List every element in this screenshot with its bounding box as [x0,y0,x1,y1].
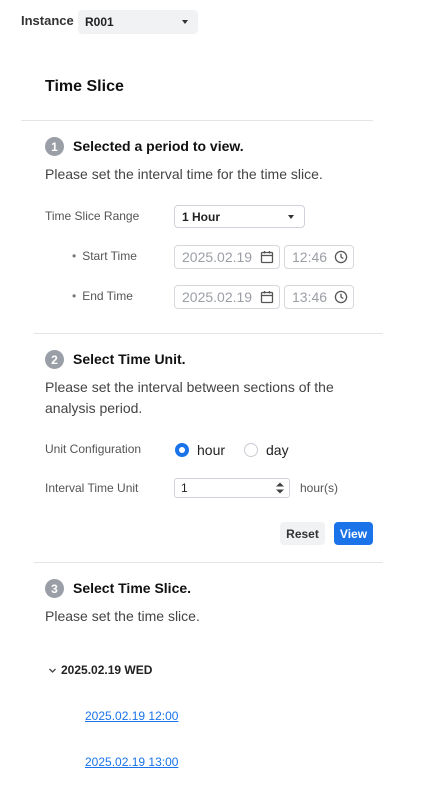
step-3-description: Please set the time slice. [45,608,200,624]
unit-option-day[interactable]: day [244,442,289,458]
time-slice-link[interactable]: 2025.02.19 12:00 [85,709,178,723]
unit-option-hour[interactable]: hour [175,442,225,458]
unit-configuration-label: Unit Configuration [45,442,142,456]
step-1-badge: 1 [45,137,64,156]
start-date-value: 2025.02.19 [182,249,253,265]
radio-day[interactable] [244,443,258,457]
panel-title: Time Slice [45,78,124,95]
step-3-title: Select Time Slice. [73,580,192,596]
date-group-toggle[interactable]: 2025.02.19 WED [48,663,152,677]
radio-hour-label: hour [197,442,226,458]
step-3-badge: 3 [45,579,64,598]
step-1-description: Please set the interval time for the tim… [45,166,323,182]
start-date-input[interactable]: 2025.02.19 [174,245,280,269]
time-slice-range-label: Time Slice Range [45,209,140,223]
calendar-icon [260,251,274,264]
interval-time-unit-label: Interval Time Unit [45,481,139,495]
step-2-badge: 2 [45,350,64,369]
step-2-title: Select Time Unit. [73,351,186,367]
chevron-down-icon [182,20,188,24]
clock-icon [334,250,348,264]
interval-time-unit-input[interactable]: 1 [174,478,290,498]
reset-button[interactable]: Reset [280,522,325,545]
radio-hour[interactable] [175,443,189,457]
radio-day-label: day [266,442,289,458]
time-slice-range-select[interactable]: 1 Hour [174,205,305,228]
start-time-input[interactable]: 12:46 [284,245,354,269]
view-button[interactable]: View [334,522,373,545]
interval-unit-suffix: hour(s) [300,481,339,495]
end-time-input[interactable]: 13:46 [284,285,354,309]
step-1-title: Selected a period to view. [73,138,244,154]
start-time-value: 12:46 [292,249,328,265]
divider [34,562,383,563]
time-slice-link[interactable]: 2025.02.19 13:00 [85,755,178,769]
instance-label: Instance [21,13,74,28]
date-group-label: 2025.02.19 WED [61,663,153,677]
start-time-label: Start Time [72,249,137,263]
chevron-down-icon [288,214,294,219]
end-date-input[interactable]: 2025.02.19 [174,285,280,309]
end-time-label: End Time [72,289,133,303]
instance-select[interactable]: R001 [78,10,198,34]
step-2-description: Please set the interval between sections… [45,379,334,416]
divider [34,333,383,334]
instance-select-value: R001 [85,15,114,29]
spinner-arrows-icon[interactable] [275,481,285,495]
clock-icon [334,290,348,304]
interval-time-unit-value: 1 [181,481,188,495]
calendar-icon [260,291,274,304]
end-time-value: 13:46 [292,289,328,305]
end-date-value: 2025.02.19 [182,289,253,305]
divider [21,120,373,121]
time-slice-range-value: 1 Hour [182,209,221,224]
chevron-down-icon [49,668,56,673]
